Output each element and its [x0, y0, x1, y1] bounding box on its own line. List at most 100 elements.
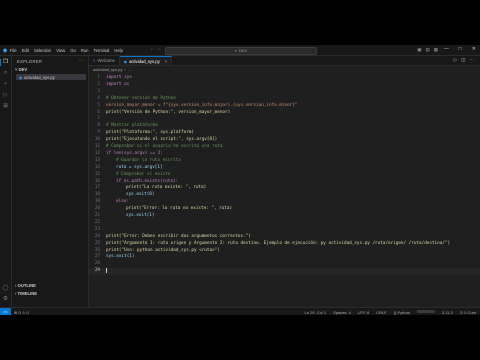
close-tab-icon[interactable]: × [165, 59, 167, 64]
code-line[interactable]: 22 [89, 220, 480, 227]
interpreter-version[interactable]: 3.11.3 [442, 310, 453, 315]
text-cursor [106, 268, 107, 274]
code-line[interactable]: 15 # Comprobar si existe [89, 172, 480, 179]
code-text: # Comprobar si existe [116, 171, 171, 177]
minimize-button[interactable]: — [444, 46, 449, 52]
menu-view[interactable]: View [56, 48, 65, 53]
code-text: if len(sys.argv) == 2: [106, 150, 163, 156]
code-line[interactable]: 18 sys.exit(0) [89, 192, 480, 199]
toggle-panel-icon[interactable]: ▤ [425, 47, 429, 53]
tab-welcome[interactable]: ≡ Welcome [89, 56, 120, 65]
code-editor[interactable]: 1 import sys 2 import os 3 4 # Obtener versión… [89, 73, 480, 307]
workspace-folder[interactable]: ˅ DEV [15, 67, 27, 72]
language-mode[interactable]: {} Python [394, 310, 410, 315]
code-line[interactable]: 3 [89, 89, 480, 96]
line-number: 5 [97, 102, 100, 108]
explorer-icon[interactable]: ❐ [0, 59, 9, 66]
line-number: 14 [94, 164, 100, 170]
encoding-status[interactable]: UTF-8 [358, 310, 369, 315]
run-debug-icon[interactable]: ▷ [2, 92, 9, 99]
status-right-items: Ln 29, Col 1 Spaces: 4 UTF-8 CRLF {} Pyt… [305, 309, 476, 315]
status-progress-bar [416, 309, 435, 313]
file-name: actividad_sys.py [24, 74, 55, 80]
code-line[interactable]: 5 version_mayor_menor = f"{sys.version_in… [89, 103, 480, 110]
gear-icon[interactable]: ⚙ [2, 296, 9, 303]
code-line[interactable]: 26 print("Uso: python actividad_sys.py <r… [89, 248, 480, 255]
code-line[interactable]: 29 [89, 268, 480, 275]
code-line[interactable]: 13 # Guardar la ruta escrita [89, 158, 480, 165]
python-file-icon: ◆ [19, 74, 23, 80]
outline-section[interactable]: › OUTLINE [15, 283, 36, 288]
explorer-title: EXPLORER [17, 59, 43, 64]
indentation-status[interactable]: Spaces: 4 [333, 310, 351, 315]
more-icon[interactable]: ⋯ [470, 57, 475, 63]
code-line[interactable]: 25 print("Argumento 1: ruta origen y Argu… [89, 241, 480, 248]
code-line[interactable]: 14 ruta = sys.argv[1] [89, 165, 480, 172]
search-icon: ⌕ [234, 48, 237, 54]
tab-actividad-sys[interactable]: ◆ actividad_sys.py × [119, 56, 173, 65]
search-icon[interactable]: ⌕ [2, 70, 9, 77]
menu-terminal[interactable]: Terminal [94, 48, 110, 53]
file-item-actividad-sys[interactable]: ◆ actividad_sys.py [16, 74, 86, 80]
eol-status[interactable]: CRLF [376, 310, 386, 315]
menu-file[interactable]: File [10, 48, 17, 53]
nav-arrows[interactable]: ← → [150, 46, 161, 52]
line-number: 11 [94, 144, 100, 149]
code-text: sys.exit(1) [106, 254, 135, 260]
timeline-section[interactable]: › TIMELINE [15, 291, 37, 296]
close-window-button[interactable]: ✕ [472, 46, 476, 52]
code-text: print("Error: la ruta no existe: ", ruta… [126, 206, 233, 212]
code-line[interactable]: 11 # Comprobar si el usuario ha escrito u… [89, 144, 480, 151]
remote-indicator-icon[interactable]: >< [0, 308, 11, 315]
menu-run[interactable]: Run [81, 48, 89, 53]
source-control-icon[interactable]: ⑂ [2, 81, 9, 88]
toggle-sidebar-icon[interactable]: ▣ [417, 47, 421, 53]
code-line[interactable]: 24 print("Error: Debes escribir dos argum… [89, 234, 480, 241]
code-line[interactable]: 23 [89, 227, 480, 234]
menu-edit[interactable]: Edit [22, 48, 29, 53]
line-number: 20 [94, 206, 100, 212]
code-text: ruta = sys.argv[1] [116, 164, 163, 170]
breadcrumb-file[interactable]: actividad_sys.py [93, 67, 122, 72]
code-line[interactable]: 10 print("Ejecutando el script:", sys.arg… [89, 137, 480, 144]
code-line[interactable]: 20 print("Error: la ruta no existe: ", ru… [89, 206, 480, 213]
code-text: print("Argumento 1: ruta origen y Argume… [106, 240, 451, 246]
code-line[interactable]: 4 # Obtener versión de Python [89, 96, 480, 103]
cursor-position[interactable]: Ln 29, Col 1 [305, 310, 327, 315]
title-bar: ◆ File Edit Selection View Go Run Termin… [0, 45, 480, 56]
breadcrumb: actividad_sys.py › ... [89, 66, 480, 72]
code-line[interactable]: 6 print("Versión de Python:", version_may… [89, 110, 480, 117]
welcome-icon: ≡ [93, 58, 96, 63]
code-line[interactable]: 28 [89, 261, 480, 268]
more-actions-icon[interactable]: ··· [79, 58, 83, 63]
editor-actions: ▷ ◫ ⋯ [454, 57, 474, 63]
menu-selection[interactable]: Selection [34, 48, 51, 53]
menu-go[interactable]: Go [70, 48, 76, 53]
extensions-icon[interactable]: ⊞ [2, 103, 9, 110]
command-center-search[interactable]: ⌕ DEV [165, 46, 317, 55]
python-file-icon: ◆ [123, 58, 128, 64]
split-editor-icon[interactable]: ◫ [461, 57, 465, 63]
window-controls: — □ ✕ [444, 46, 476, 52]
code-line[interactable]: 1 import sys [89, 75, 480, 82]
line-number: 29 [94, 268, 100, 274]
code-text: print("Versión de Python:", version_mayo… [106, 109, 231, 115]
code-line[interactable]: 21 sys.exit(1) [89, 213, 480, 220]
vscode-window: ◆ File Edit Selection View Go Run Termin… [0, 45, 480, 315]
editor-tabs: ≡ Welcome ◆ actividad_sys.py × [89, 56, 480, 66]
notifications-status[interactable]: ⊙ 0 Curs [460, 310, 476, 315]
activity-bar: ❐ ⌕ ⑂ ▷ ⊞ ◯ ⚙ [0, 56, 12, 307]
code-line[interactable]: 2 import os [89, 82, 480, 89]
customize-layout-icon[interactable]: ▦ [434, 47, 438, 53]
tab-label: actividad_sys.py [129, 58, 160, 64]
code-line[interactable]: 27 sys.exit(1) [89, 254, 480, 261]
account-icon[interactable]: ◯ [2, 285, 9, 292]
code-text [106, 268, 107, 276]
menu-help[interactable]: Help [114, 48, 123, 53]
maximize-button[interactable]: □ [459, 46, 462, 52]
problems-status[interactable]: ⊗ 0 ⚠ 0 [14, 310, 29, 315]
breadcrumb-symbol[interactable]: ... [128, 67, 131, 72]
code-line[interactable]: 12 if len(sys.argv) == 2: [89, 151, 480, 158]
code-text: import sys [106, 75, 132, 80]
run-python-icon[interactable]: ▷ [454, 57, 457, 63]
